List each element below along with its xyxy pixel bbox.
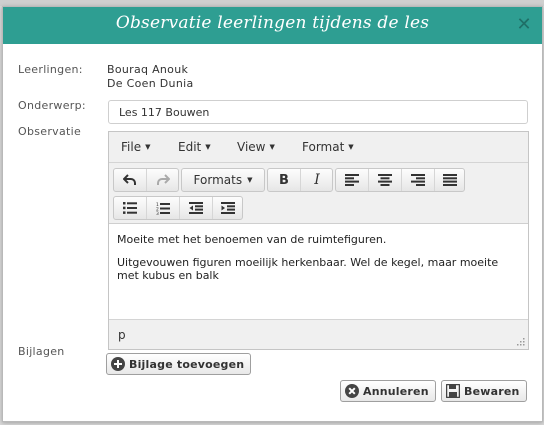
indent-button[interactable] (213, 197, 243, 219)
subject-label: Onderwerp: (18, 99, 86, 112)
resize-grip-icon[interactable] (517, 338, 525, 346)
save-label: Bewaren (464, 384, 520, 398)
numbered-list-icon: 123 (156, 202, 170, 215)
cancel-button[interactable]: Annuleren (340, 380, 436, 402)
svg-text:3: 3 (156, 211, 159, 215)
list-indent-group: 123 (113, 196, 243, 220)
dialog-title: Observatie leerlingen tijdens de les (115, 13, 430, 33)
align-right-button[interactable] (402, 169, 434, 191)
editor-content-area[interactable]: Moeite met het benoemen van de ruimtefig… (109, 224, 528, 319)
save-disk-icon (446, 384, 460, 398)
editor-statusbar: p (109, 319, 528, 349)
element-path[interactable]: p (118, 328, 126, 342)
align-justify-button[interactable] (435, 169, 465, 191)
menu-file[interactable]: File ▼ (121, 140, 150, 154)
dialog-titlebar: Observatie leerlingen tijdens de les ✕ (3, 7, 542, 44)
align-center-icon (378, 174, 392, 186)
subject-input[interactable] (108, 100, 528, 124)
caret-down-icon: ▼ (269, 143, 275, 151)
caret-down-icon: ▼ (247, 176, 253, 184)
attachments-label: Bijlagen (18, 345, 65, 358)
rich-text-editor: File▼ Edit▼ View▼ Format▼ Formats▼ (108, 131, 529, 350)
menu-view[interactable]: View ▼ (237, 140, 275, 154)
students-label: Leerlingen: (18, 63, 83, 76)
bullet-list-icon (123, 202, 137, 214)
menu-format[interactable]: Format ▼ (302, 140, 354, 154)
cancel-circle-icon (345, 384, 359, 398)
redo-icon (157, 174, 170, 185)
editor-paragraph: Uitgevouwen figuren moeilijk herkenbaar.… (117, 256, 499, 282)
caret-down-icon: ▼ (348, 143, 354, 151)
observation-dialog: Observatie leerlingen tijdens de les ✕ L… (2, 6, 543, 422)
formats-label: Formats (193, 173, 243, 187)
formats-dropdown-content: Formats ▼ (182, 169, 264, 191)
align-left-button[interactable] (336, 169, 368, 191)
align-center-button[interactable] (369, 169, 401, 191)
formats-dropdown[interactable]: Formats ▼ (181, 168, 265, 192)
history-group (113, 168, 179, 192)
editor-paragraph: Moeite met het benoemen van de ruimtefig… (117, 233, 387, 246)
add-attachment-label: Bijlage toevoegen (129, 357, 245, 371)
bullet-list-button[interactable] (114, 197, 146, 219)
save-button[interactable]: Bewaren (441, 380, 527, 402)
outdent-icon (189, 202, 203, 214)
menu-format-label: Format (302, 140, 345, 154)
menu-edit-label: Edit (178, 140, 202, 154)
bold-button[interactable]: B (268, 169, 300, 191)
editor-toolbar: Formats ▼ B I 1 2 3 (109, 163, 528, 224)
menu-edit[interactable]: Edit ▼ (178, 140, 211, 154)
caret-down-icon: ▼ (145, 143, 151, 151)
indent-icon (221, 202, 235, 214)
redo-button[interactable] (147, 169, 179, 191)
cancel-label: Annuleren (363, 384, 429, 398)
numbered-list-button[interactable]: 123 (147, 197, 179, 219)
editor-menubar: File ▼ Edit ▼ View ▼ Format ▼ (109, 132, 528, 163)
italic-button[interactable]: I (301, 169, 333, 191)
plus-circle-icon (111, 357, 125, 371)
student-name: Bouraq Anouk (107, 63, 189, 76)
menu-view-label: View (237, 140, 266, 154)
undo-button[interactable] (114, 169, 146, 191)
undo-icon (123, 174, 136, 185)
close-icon[interactable]: ✕ (516, 16, 532, 34)
observation-label: Observatie (18, 125, 82, 138)
student-name: De Coen Dunia (107, 77, 194, 90)
align-justify-icon (443, 174, 457, 186)
outdent-button[interactable] (180, 197, 212, 219)
caret-down-icon: ▼ (205, 143, 211, 151)
add-attachment-button[interactable]: Bijlage toevoegen (106, 353, 252, 375)
align-right-icon (411, 174, 425, 186)
alignment-group (335, 168, 465, 192)
menu-file-label: File (121, 140, 142, 154)
align-left-icon (345, 174, 359, 186)
text-style-group: B I (267, 168, 333, 192)
